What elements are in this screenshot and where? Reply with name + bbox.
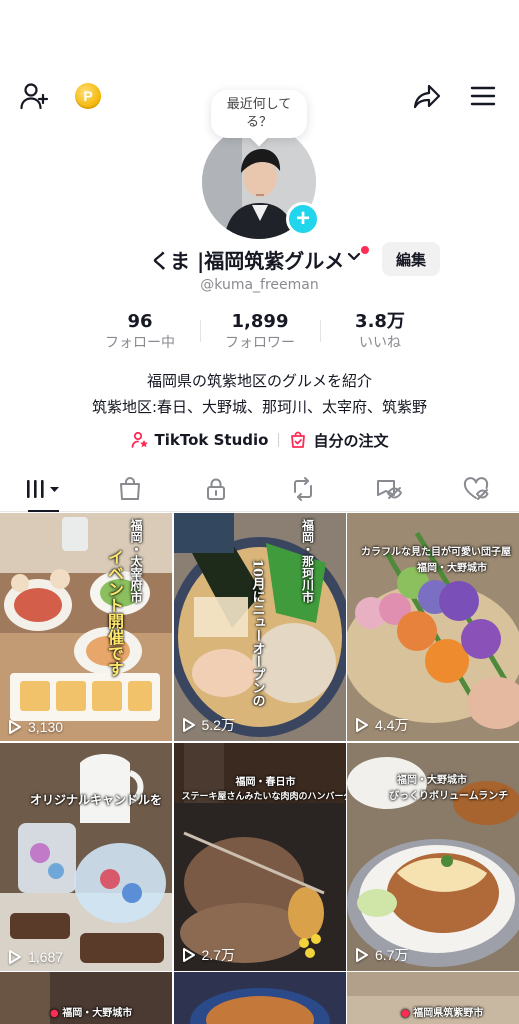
video-1-image: [0, 513, 172, 741]
video-overlay-tag: カラフルな見た目が可愛い団子屋: [361, 547, 511, 558]
view-count: 2.7万: [182, 945, 235, 965]
video-thumbnail[interactable]: [173, 972, 346, 1024]
video-thumbnail[interactable]: 福岡・大野城市 びっくりボリュームランチ 6.7万: [347, 742, 519, 971]
stat-following-value: 96: [127, 311, 153, 332]
play-icon: [9, 949, 21, 964]
video-thumbnail[interactable]: オリジナルキャンドルを 1,687: [0, 742, 172, 971]
my-orders-link[interactable]: 自分の注文: [289, 430, 388, 451]
view-count-value: 2.7万: [201, 946, 235, 963]
bio-line-1: 福岡県の筑紫地区のグルメを紹介: [146, 372, 372, 390]
bio-line-2: 筑紫地区:春日、大野城、那珂川、太宰府、筑紫野: [91, 398, 428, 416]
video-thumbnail[interactable]: 福岡・太宰府市 イベント開催です 3,130: [0, 513, 172, 741]
my-orders-label: 自分の注文: [313, 431, 389, 450]
studio-icon: [131, 431, 148, 448]
stat-following-label: フォロー中: [105, 335, 175, 351]
video-thumbnail[interactable]: ● 福岡・大野城市: [0, 972, 172, 1024]
video-thumbnail[interactable]: カラフルな見た目が可愛い団子屋 福岡・大野城市 4.4万: [347, 513, 519, 741]
video-overlay-tag: ステーキ屋さんみたいな肉肉のハンバーグ: [181, 791, 346, 802]
tab-videos[interactable]: [0, 466, 87, 512]
video-thumbnail[interactable]: ● 福岡県筑紫野市: [347, 972, 519, 1024]
link-divider: [278, 433, 280, 447]
view-count-value: 1,687: [28, 948, 64, 965]
coin-icon[interactable]: P: [72, 80, 104, 112]
video-overlay-caption: オリジナルキャンドルを: [30, 792, 163, 807]
add-story-button[interactable]: +: [286, 202, 320, 236]
status-bubble[interactable]: 最近何してる？: [211, 90, 307, 138]
play-icon: [356, 718, 368, 732]
view-count-value: 5.2万: [201, 717, 235, 733]
shop-bag-icon: [119, 476, 140, 500]
view-count: 5.2万: [182, 715, 235, 735]
tiktok-studio-label: TikTok Studio: [154, 431, 269, 449]
tab-liked[interactable]: [433, 466, 519, 511]
stat-likes-value: 3.8万: [355, 311, 405, 332]
video-grid: 福岡・太宰府市 イベント開催です 3,130 福岡・那珂川市 10月にニューオー…: [0, 513, 519, 1024]
notification-dot: [361, 246, 369, 254]
stat-following[interactable]: 96 フォロー中: [80, 310, 200, 354]
video-overlay-location: ● 福岡県筑紫野市: [401, 1004, 483, 1019]
tab-reposts[interactable]: [260, 466, 347, 511]
tab-private[interactable]: [173, 466, 260, 511]
menu-icon[interactable]: [467, 80, 499, 112]
stat-likes[interactable]: 3.8万 いいね: [320, 310, 440, 354]
liked-heart-icon: [463, 476, 489, 500]
stats-row: 96 フォロー中 1,899 フォロワー 3.8万 いいね: [80, 310, 440, 354]
video-overlay-tag: びっくりボリュームランチ: [389, 790, 509, 802]
videos-grid-icon: [27, 479, 60, 498]
view-count: 4.4万: [355, 715, 408, 735]
bio: 福岡県の筑紫地区のグルメを紹介 筑紫地区:春日、大野城、那珂川、太宰府、筑紫野: [0, 368, 519, 420]
repost-icon: [293, 476, 312, 501]
view-count-value: 6.7万: [375, 946, 409, 963]
chevron-down-icon[interactable]: [346, 248, 362, 264]
video-4-image: [0, 742, 172, 971]
view-count-value: 3,130: [28, 719, 64, 735]
coin-badge: P: [75, 83, 101, 109]
stat-likes-label: いいね: [359, 335, 401, 351]
share-icon[interactable]: [411, 80, 443, 112]
view-count: 6.7万: [355, 945, 408, 965]
lock-icon: [207, 478, 226, 500]
profile-links: TikTok Studio 自分の注文: [0, 428, 519, 452]
orders-bag-icon: [291, 431, 306, 448]
video-overlay-caption: 10月にニューオープンの: [249, 559, 265, 708]
video-overlay-location: 福岡・太宰府市: [129, 519, 143, 603]
video-overlay-location: 福岡・大野城市: [417, 563, 487, 574]
location-pin-icon: ●: [401, 1008, 410, 1019]
name-row: くま |福岡筑紫グルメ 編集: [0, 242, 519, 276]
play-icon: [9, 720, 21, 734]
video-thumbnail[interactable]: 福岡・那珂川市 10月にニューオープンの 5.2万: [173, 513, 346, 741]
video-thumbnail[interactable]: 福岡・春日市 ステーキ屋さんみたいな肉肉のハンバーグ 2.7万: [173, 742, 346, 971]
view-count: 1,687: [8, 949, 63, 965]
tab-tagged[interactable]: [346, 466, 433, 511]
add-friend-icon[interactable]: [18, 80, 50, 112]
profile-tabs: [0, 466, 519, 512]
video-overlay-location: ● 福岡・大野城市: [50, 1004, 132, 1019]
video-overlay-location: 福岡・春日市: [235, 776, 296, 788]
video-8-image: [173, 972, 346, 1024]
edit-profile-button[interactable]: 編集: [382, 242, 440, 276]
play-icon: [356, 947, 368, 962]
stat-followers-label: フォロワー: [225, 335, 295, 351]
video-overlay-location-text: 福岡・大野城市: [62, 1008, 133, 1019]
play-icon: [182, 718, 195, 732]
status-bar: [0, 0, 519, 60]
tab-shop[interactable]: [87, 466, 174, 511]
tiktok-studio-link[interactable]: TikTok Studio: [131, 431, 269, 449]
stat-followers[interactable]: 1,899 フォロワー: [200, 310, 320, 354]
username: @kuma_freeman: [200, 277, 319, 293]
play-icon: [182, 947, 195, 962]
view-count: 3,130: [8, 719, 63, 735]
location-pin-icon: ●: [50, 1008, 59, 1019]
stat-followers-value: 1,899: [231, 311, 289, 332]
view-count-value: 4.4万: [375, 717, 409, 733]
video-overlay-location-text: 福岡県筑紫野市: [413, 1008, 484, 1019]
hidden-tag-icon: [377, 479, 403, 499]
video-overlay-location: 福岡・那珂川市: [300, 519, 315, 603]
video-overlay-caption: イベント開催です: [105, 549, 124, 677]
status-bubble-text: 最近何してる？: [226, 97, 292, 130]
display-name[interactable]: くま |福岡筑紫グルメ: [150, 245, 344, 274]
video-overlay-location: 福岡・大野城市: [397, 774, 467, 786]
